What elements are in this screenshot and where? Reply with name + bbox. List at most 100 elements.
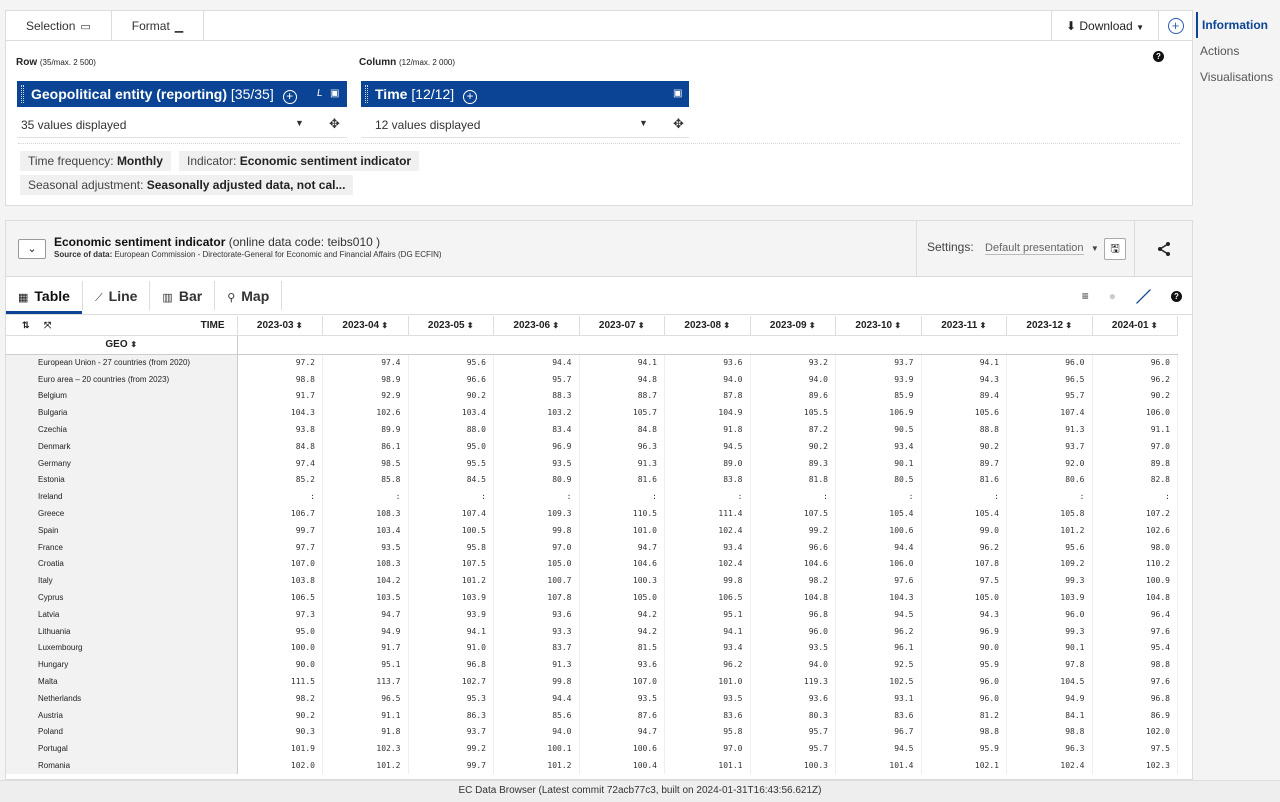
table-cell[interactable]: 93.9 bbox=[835, 370, 922, 388]
filter-icon[interactable]: ≡ bbox=[1082, 289, 1089, 303]
table-cell[interactable]: 103.9 bbox=[408, 589, 494, 606]
table-cell[interactable]: 85.8 bbox=[322, 471, 409, 489]
row-label[interactable]: Greece bbox=[6, 505, 238, 522]
row-label[interactable]: Netherlands bbox=[6, 689, 238, 707]
table-cell[interactable]: 97.8 bbox=[1006, 656, 1093, 674]
table-cell[interactable]: 90.1 bbox=[1006, 639, 1093, 657]
sort-icon[interactable]: ⬍ bbox=[1063, 321, 1072, 330]
table-cell[interactable]: 92.5 bbox=[835, 656, 922, 674]
table-cell[interactable]: 95.4 bbox=[1092, 639, 1178, 657]
table-cell[interactable]: 99.0 bbox=[921, 521, 1007, 539]
table-cell[interactable]: 107.8 bbox=[493, 589, 580, 606]
sort-icon[interactable]: ⬍ bbox=[294, 321, 303, 330]
table-cell[interactable]: : bbox=[237, 488, 323, 506]
table-cell[interactable]: 102.6 bbox=[1092, 521, 1178, 539]
table-cell[interactable]: 91.8 bbox=[664, 421, 751, 438]
table-cell[interactable]: 94.0 bbox=[664, 370, 751, 388]
table-cell[interactable]: 100.5 bbox=[408, 521, 494, 539]
table-cell[interactable]: 102.3 bbox=[1092, 757, 1178, 774]
table-cell[interactable]: 105.0 bbox=[579, 589, 665, 606]
table-cell[interactable]: 97.5 bbox=[921, 572, 1007, 590]
table-cell[interactable]: 93.7 bbox=[835, 354, 922, 371]
sort-icon[interactable]: ⬍ bbox=[550, 321, 559, 330]
table-cell[interactable]: 111.5 bbox=[237, 673, 323, 690]
table-cell[interactable]: 100.0 bbox=[237, 639, 323, 657]
row-label[interactable]: Belgium bbox=[6, 387, 238, 405]
table-cell[interactable]: 104.6 bbox=[579, 555, 665, 573]
table-cell[interactable]: 105.6 bbox=[921, 404, 1007, 422]
table-cell[interactable]: 101.1 bbox=[664, 757, 751, 774]
row-label[interactable]: Denmark bbox=[6, 437, 238, 455]
table-cell[interactable]: 98.8 bbox=[237, 370, 323, 388]
table-cell[interactable]: 98.8 bbox=[1092, 656, 1178, 674]
table-cell[interactable]: 83.6 bbox=[835, 706, 922, 724]
table-cell[interactable]: 97.0 bbox=[493, 538, 580, 556]
sort-icon[interactable]: ⬍ bbox=[465, 321, 474, 330]
table-cell[interactable]: 103.2 bbox=[493, 404, 580, 422]
table-cell[interactable]: 96.3 bbox=[1006, 740, 1093, 758]
table-cell[interactable]: 94.3 bbox=[921, 605, 1007, 623]
table-cell[interactable]: 94.1 bbox=[664, 622, 751, 640]
table-cell[interactable]: 99.3 bbox=[1006, 622, 1093, 640]
table-cell[interactable]: 105.0 bbox=[493, 555, 580, 573]
table-cell[interactable]: 97.4 bbox=[237, 454, 323, 472]
tab-selection[interactable]: Selection ▭ bbox=[6, 11, 112, 40]
table-cell[interactable]: 105.5 bbox=[750, 404, 836, 422]
table-cell[interactable]: 104.3 bbox=[835, 589, 922, 606]
table-cell[interactable]: 95.0 bbox=[408, 437, 494, 455]
table-cell[interactable]: 99.8 bbox=[493, 521, 580, 539]
column-header[interactable]: 2023-09 ⬍ bbox=[750, 316, 836, 336]
table-cell[interactable]: 95.6 bbox=[1006, 538, 1093, 556]
table-cell[interactable]: 83.8 bbox=[664, 471, 751, 489]
table-cell[interactable]: 107.2 bbox=[1092, 505, 1178, 522]
table-cell[interactable]: 104.2 bbox=[322, 572, 409, 590]
table-cell[interactable]: 95.9 bbox=[921, 656, 1007, 674]
row-label[interactable]: Luxembourg bbox=[6, 639, 238, 657]
column-header[interactable]: 2023-12 ⬍ bbox=[1006, 316, 1093, 336]
table-cell[interactable]: 85.2 bbox=[237, 471, 323, 489]
table-cell[interactable]: 105.7 bbox=[579, 404, 665, 422]
row-label[interactable]: Italy bbox=[6, 572, 238, 590]
table-cell[interactable]: 109.2 bbox=[1006, 555, 1093, 573]
table-cell[interactable]: : bbox=[579, 488, 665, 506]
table-cell[interactable]: 96.9 bbox=[921, 622, 1007, 640]
help-icon[interactable]: ? bbox=[1171, 290, 1182, 302]
sort-icon[interactable]: ⬍ bbox=[892, 321, 901, 330]
table-cell[interactable]: 93.7 bbox=[408, 723, 494, 741]
table-cell[interactable]: 94.1 bbox=[921, 354, 1007, 371]
table-cell[interactable]: 83.6 bbox=[664, 706, 751, 724]
row-label[interactable]: France bbox=[6, 538, 238, 556]
table-cell[interactable]: 94.2 bbox=[579, 605, 665, 623]
table-cell[interactable]: 102.5 bbox=[835, 673, 922, 690]
table-cell[interactable]: 100.7 bbox=[493, 572, 580, 590]
table-cell[interactable]: 107.0 bbox=[579, 673, 665, 690]
table-cell[interactable]: 104.8 bbox=[1092, 589, 1178, 606]
table-cell[interactable]: 94.4 bbox=[835, 538, 922, 556]
select-all-icon[interactable]: ▣ bbox=[673, 81, 682, 107]
table-cell[interactable]: 96.2 bbox=[921, 538, 1007, 556]
table-cell[interactable]: 89.8 bbox=[1092, 454, 1178, 472]
table-cell[interactable]: 97.5 bbox=[1092, 740, 1178, 758]
table-cell[interactable]: 89.0 bbox=[664, 454, 751, 472]
table-cell[interactable]: 86.9 bbox=[1092, 706, 1178, 724]
table-cell[interactable]: 94.7 bbox=[579, 538, 665, 556]
table-cell[interactable]: 90.0 bbox=[237, 656, 323, 674]
table-cell[interactable]: 102.6 bbox=[322, 404, 409, 422]
sort-icon[interactable]: ⬍ bbox=[1149, 321, 1158, 330]
table-cell[interactable]: 89.4 bbox=[921, 387, 1007, 405]
table-cell[interactable]: 108.3 bbox=[322, 505, 409, 522]
column-header[interactable]: 2023-05 ⬍ bbox=[408, 316, 494, 336]
table-cell[interactable]: 96.0 bbox=[1092, 354, 1178, 371]
table-cell[interactable]: : bbox=[408, 488, 494, 506]
row-values-select[interactable]: 35 values displayed ▼ ✥ bbox=[17, 116, 347, 132]
row-label[interactable]: European Union - 27 countries (from 2020… bbox=[6, 354, 238, 371]
row-label[interactable]: Romania bbox=[6, 757, 238, 774]
table-cell[interactable]: 93.5 bbox=[750, 639, 836, 657]
table-cell[interactable]: 89.6 bbox=[750, 387, 836, 405]
sort-icon[interactable]: ⬍ bbox=[636, 321, 645, 330]
table-cell[interactable]: 96.8 bbox=[1092, 689, 1178, 707]
table-cell[interactable]: 100.3 bbox=[579, 572, 665, 590]
column-dimension-box[interactable]: Time [12/12] + ▣ bbox=[361, 81, 689, 107]
table-cell[interactable]: 93.3 bbox=[493, 622, 580, 640]
table-cell[interactable]: 99.7 bbox=[237, 521, 323, 539]
